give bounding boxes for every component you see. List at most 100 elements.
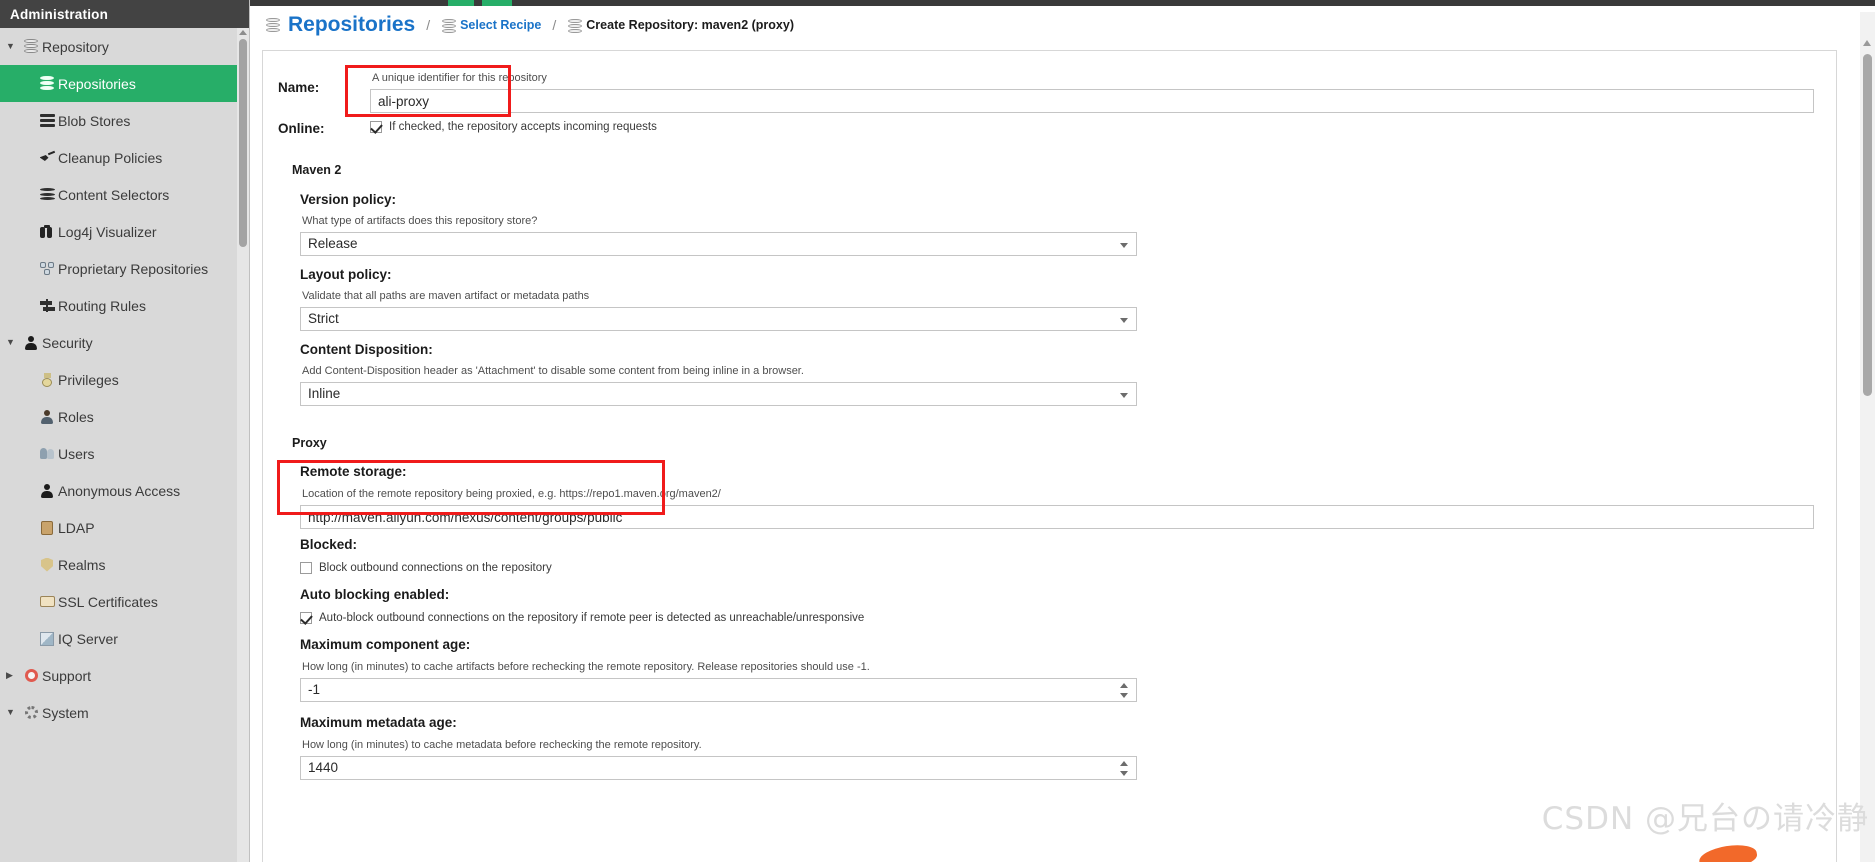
remote-storage-title: Remote storage:: [300, 464, 407, 479]
version-policy-select[interactable]: Release: [300, 232, 1137, 256]
content-disposition-title: Content Disposition:: [300, 342, 433, 357]
person-icon: [36, 483, 58, 498]
scroll-up-arrow-icon[interactable]: [1863, 40, 1871, 46]
sidebar-item-ssl-certificates[interactable]: SSL Certificates: [0, 583, 249, 620]
stepper-down-icon[interactable]: [1120, 771, 1128, 776]
auto-blocking-checkbox-label: Auto-block outbound connections on the r…: [319, 612, 865, 624]
book-icon: [36, 520, 58, 535]
name-input[interactable]: [370, 89, 1814, 113]
binoculars-icon: [36, 225, 58, 238]
sidebar-item-cleanup-policies[interactable]: Cleanup Policies: [0, 139, 249, 176]
auto-blocking-checkbox[interactable]: [300, 612, 312, 624]
sidebar-item-label: Privileges: [58, 371, 119, 388]
auto-blocking-checkbox-row[interactable]: Auto-block outbound connections on the r…: [300, 612, 1814, 624]
sidebar-item-ldap[interactable]: LDAP: [0, 509, 249, 546]
sidebar-item-routing-rules[interactable]: Routing Rules: [0, 287, 249, 324]
online-checkbox-label: If checked, the repository accepts incom…: [389, 121, 657, 133]
chevron-down-icon: [1120, 318, 1128, 323]
users-icon: [36, 447, 58, 460]
sidebar-item-roles[interactable]: Roles: [0, 398, 249, 435]
blob-stores-icon: [36, 113, 58, 128]
breadcrumb-label: Repositories: [288, 13, 416, 36]
online-checkbox[interactable]: [370, 121, 382, 133]
layout-policy-select[interactable]: Strict: [300, 307, 1137, 331]
scroll-up-arrow-icon[interactable]: [239, 30, 247, 35]
caret-down-icon[interactable]: ▼: [6, 338, 20, 347]
breadcrumb-separator: /: [426, 17, 431, 33]
sidebar-scrollbar[interactable]: [237, 28, 249, 862]
sidebar-nav: ▼ Repository Repositories Blob Stores Cleanu…: [0, 28, 249, 731]
gear-icon: [20, 706, 42, 719]
sidebar-item-label: Roles: [58, 408, 94, 425]
database-icon: [36, 76, 58, 91]
create-repository-form-panel: Name: A unique identifier for this repos…: [262, 50, 1837, 862]
name-hint: A unique identifier for this repository: [372, 72, 547, 84]
lifering-icon: [20, 669, 42, 682]
sidebar-item-proprietary-repositories[interactable]: Proprietary Repositories: [0, 250, 249, 287]
sidebar-item-users[interactable]: Users: [0, 435, 249, 472]
max-component-age-stepper[interactable]: -1: [300, 678, 1137, 702]
application-window: Administration ▼ Repository Repositories Bl…: [0, 0, 1875, 862]
section-maven2: Maven 2: [292, 163, 342, 177]
chevron-down-icon: [1120, 393, 1128, 398]
sidebar-item-privileges[interactable]: Privileges: [0, 361, 249, 398]
max-component-age-hint: How long (in minutes) to cache artifacts…: [302, 661, 870, 673]
sidebar-item-label: Cleanup Policies: [58, 149, 163, 166]
breadcrumb-item-repositories[interactable]: Repositories: [265, 13, 415, 37]
sidebar-item-security[interactable]: ▼ Security: [0, 324, 249, 361]
max-metadata-age-hint: How long (in minutes) to cache metadata …: [302, 739, 702, 751]
broom-icon: [36, 150, 58, 164]
sidebar-item-label: Users: [58, 445, 95, 462]
content-disposition-select[interactable]: Inline: [300, 382, 1137, 406]
sidebar-item-system[interactable]: ▼ System: [0, 694, 249, 731]
page-scroll-thumb[interactable]: [1863, 54, 1872, 396]
breadcrumb-item-select-recipe[interactable]: Select Recipe: [441, 18, 542, 33]
sidebar-item-label: System: [42, 704, 89, 721]
sidebar-item-label: Repository: [42, 38, 109, 55]
breadcrumb-separator: /: [552, 17, 557, 33]
sidebar-item-iq-server[interactable]: IQ Server: [0, 620, 249, 657]
sidebar-title: Administration: [0, 0, 249, 28]
sidebar-item-content-selectors[interactable]: Content Selectors: [0, 176, 249, 213]
sidebar-item-repositories[interactable]: Repositories: [0, 65, 249, 102]
blocked-checkbox-row[interactable]: Block outbound connections on the reposi…: [300, 562, 1814, 574]
stepper-down-icon[interactable]: [1120, 693, 1128, 698]
field-online: Online: If checked, the repository accep…: [278, 121, 1814, 136]
sidebar-item-support[interactable]: ▶ Support: [0, 657, 249, 694]
stepper-up-icon[interactable]: [1120, 761, 1128, 766]
max-component-age-title: Maximum component age:: [300, 637, 471, 652]
sidebar-item-label: SSL Certificates: [58, 593, 158, 610]
remote-storage-input[interactable]: [300, 505, 1814, 529]
max-metadata-age-title: Maximum metadata age:: [300, 715, 457, 730]
blocked-checkbox-label: Block outbound connections on the reposi…: [319, 562, 552, 574]
sidebar-item-blob-stores[interactable]: Blob Stores: [0, 102, 249, 139]
sidebar-scroll-thumb[interactable]: [239, 39, 247, 247]
caret-down-icon[interactable]: ▼: [6, 42, 20, 51]
caret-right-icon[interactable]: ▶: [6, 671, 20, 680]
section-proxy: Proxy: [292, 436, 327, 450]
sidebar-item-label: IQ Server: [58, 630, 118, 647]
sidebar-item-realms[interactable]: Realms: [0, 546, 249, 583]
online-label: Online:: [278, 121, 325, 136]
admin-sidebar: Administration ▼ Repository Repositories Bl…: [0, 0, 250, 862]
security-icon: [20, 335, 42, 350]
caret-down-icon[interactable]: ▼: [6, 708, 20, 717]
remote-storage-hint: Location of the remote repository being …: [302, 488, 721, 500]
main-content: Repositories / Select Recipe / Create Re…: [251, 6, 1875, 862]
database-icon: [20, 39, 42, 54]
sidebar-item-anonymous-access[interactable]: Anonymous Access: [0, 472, 249, 509]
stepper-up-icon[interactable]: [1120, 683, 1128, 688]
max-metadata-age-stepper[interactable]: 1440: [300, 756, 1137, 780]
name-label: Name:: [278, 80, 320, 95]
online-checkbox-row[interactable]: If checked, the repository accepts incom…: [370, 121, 1814, 133]
page-scrollbar[interactable]: [1860, 12, 1875, 862]
max-metadata-age-value: 1440: [308, 760, 339, 775]
breadcrumb-label: Select Recipe: [460, 18, 542, 32]
sidebar-item-repository[interactable]: ▼ Repository: [0, 28, 249, 65]
card-icon: [36, 596, 58, 607]
breadcrumb: Repositories / Select Recipe / Create Re…: [251, 6, 1875, 44]
blocked-checkbox[interactable]: [300, 562, 312, 574]
proprietary-icon: [36, 262, 58, 275]
sidebar-item-log4j-visualizer[interactable]: Log4j Visualizer: [0, 213, 249, 250]
sidebar-item-label: Content Selectors: [58, 186, 170, 203]
